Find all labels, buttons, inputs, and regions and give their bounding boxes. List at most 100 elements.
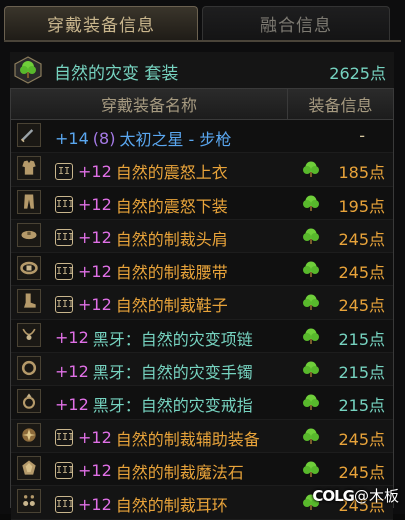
pants-icon (24, 194, 34, 209)
tab-bar: 穿戴装备信息 融合信息 (4, 6, 401, 40)
equipment-name: 自然的制裁鞋子 (115, 296, 228, 316)
equipment-name-cell: III +12 自然的制裁耳环 (55, 492, 228, 516)
equipment-slot (17, 156, 41, 181)
enhance-level: +12 (78, 228, 112, 248)
equipment-slot (17, 455, 41, 480)
equipment-name: 自然的制裁腰带 (115, 263, 228, 283)
green-tree-icon (303, 361, 319, 378)
green-tree-icon (303, 461, 319, 477)
equipment-row[interactable]: +12 黑牙：自然的灾变项链 215点 (11, 320, 393, 354)
grade-badge: II (55, 162, 73, 180)
equipment-name: 黑牙：自然的灾变项链 (92, 329, 253, 349)
equipment-name: 自然的制裁头肩 (115, 229, 228, 249)
set-name: 自然的灾变 套装 (54, 64, 179, 84)
equipment-slot (17, 256, 41, 281)
equipment-name: 自然的制裁魔法石 (115, 462, 244, 482)
equipment-name-cell: II +12 自然的震怒上衣 (55, 159, 228, 183)
green-tree-icon (303, 328, 319, 344)
tab-divider (4, 40, 401, 42)
coat-icon (22, 160, 36, 175)
equipment-name: 自然的制裁辅助装备 (115, 429, 260, 449)
equipment-name-cell: III +12 自然的制裁鞋子 (55, 292, 228, 316)
set-summary-row: 自然的灾变 套装 2625点 (10, 52, 394, 88)
green-tree-icon (303, 294, 319, 311)
watermark-brand: COLG (312, 487, 355, 505)
equipment-name: 自然的震怒下装 (115, 196, 228, 216)
enhance-level: +12 (55, 328, 89, 348)
enhance-level: +12 (78, 161, 112, 181)
equipment-name-cell: III +12 自然的制裁腰带 (55, 259, 228, 283)
green-tree-icon (303, 394, 319, 411)
equipment-points: - (359, 126, 365, 145)
green-tree-icon (303, 161, 319, 178)
grade-badge: III (55, 295, 74, 313)
equipment-slot (17, 422, 41, 447)
enhance-level: +12 (78, 461, 112, 481)
enhance-level: +12 (55, 394, 89, 414)
support-icon (22, 428, 36, 442)
equipment-name-cell: +12 黑牙：自然的灾变手镯 (55, 359, 253, 383)
green-tree-icon (303, 428, 319, 444)
equipment-name-cell: III +12 自然的制裁魔法石 (55, 459, 244, 483)
grade-badge: III (55, 429, 74, 447)
green-tree-icon (303, 261, 319, 278)
tab-fusion-info[interactable]: 融合信息 (202, 6, 390, 40)
grade-badge: III (55, 262, 74, 280)
equipment-slot (17, 222, 41, 247)
equipment-row[interactable]: II +12 自然的震怒上衣 185点 (11, 153, 393, 187)
green-tree-icon (303, 195, 319, 211)
equipment-name-cell: +12 黑牙：自然的灾变戒指 (55, 392, 253, 416)
extra-level: (8) (92, 128, 116, 148)
enhance-level: +12 (78, 261, 112, 281)
enhance-level: +12 (55, 361, 89, 381)
enhance-level: +12 (78, 494, 112, 514)
equipment-points: 245点 (338, 229, 385, 249)
equipment-row[interactable]: III +12 自然的制裁辅助装备 245点 (11, 419, 393, 453)
equipment-slot (17, 123, 41, 147)
equipment-slot (17, 389, 41, 414)
equipment-points: 215点 (338, 329, 385, 349)
green-tree-icon (303, 228, 319, 244)
equipment-points: 195点 (338, 196, 385, 216)
equipment-slot (17, 489, 41, 514)
enhance-level: +12 (78, 428, 112, 448)
ring-icon (22, 393, 36, 410)
equipment-slot (17, 356, 41, 381)
grade-badge: III (55, 462, 74, 480)
sword-icon (20, 129, 34, 143)
equipment-slot (17, 322, 41, 347)
equipment-name: 黑牙：自然的灾变戒指 (92, 396, 253, 416)
equipment-row[interactable]: +12 黑牙：自然的灾变戒指 215点 (11, 386, 393, 420)
column-header-name: 穿戴装备名称 (11, 89, 288, 119)
tab-worn-equipment[interactable]: 穿戴装备信息 (4, 6, 198, 40)
equipment-points: 245点 (338, 296, 385, 316)
equipment-row[interactable]: +14 (8) 太初之星 - 步枪 - (11, 120, 393, 154)
green-tree-icon (14, 56, 42, 84)
equipment-list: +14 (8) 太初之星 - 步枪 - II +12 自然的震怒上衣 185点 III +12 自然… (11, 120, 393, 520)
bracelet-icon (21, 360, 37, 376)
belt-icon (20, 261, 38, 275)
equipment-row[interactable]: III +12 自然的制裁魔法石 245点 (11, 453, 393, 487)
equipment-name: 黑牙：自然的灾变手镯 (92, 363, 253, 383)
equipment-name: 自然的制裁耳环 (115, 496, 228, 516)
equipment-points: 185点 (338, 163, 385, 183)
equipment-name: 太初之星 - 步枪 (119, 130, 232, 149)
set-points: 2625点 (329, 64, 386, 83)
equipment-row[interactable]: III +12 自然的震怒下装 195点 (11, 187, 393, 220)
equipment-row[interactable]: +12 黑牙：自然的灾变手镯 215点 (11, 353, 393, 387)
equipment-row[interactable]: III +12 自然的制裁腰带 245点 (11, 253, 393, 287)
equipment-row[interactable]: III +12 自然的制裁鞋子 245点 (11, 286, 393, 320)
table-header: 穿戴装备名称 装备信息 (11, 89, 393, 120)
enhance-level: +14 (55, 128, 89, 148)
equipment-slot (17, 189, 41, 214)
grade-badge: III (55, 196, 74, 214)
earring-icon (23, 495, 35, 507)
equipment-info-panel: 穿戴装备信息 融合信息 自然的灾变 套装 2625点 穿戴装备名称 装备信息 +… (0, 0, 405, 520)
column-header-info: 装备信息 (308, 96, 373, 115)
equipment-slot (17, 289, 41, 314)
equipment-name: 自然的震怒上衣 (115, 163, 228, 183)
equipment-name-cell: +12 黑牙：自然的灾变项链 (55, 326, 253, 350)
equipment-row[interactable]: III +12 自然的制裁头肩 245点 (11, 219, 393, 254)
boots-icon (24, 293, 36, 309)
watermark: COLG@木板 (312, 485, 399, 506)
